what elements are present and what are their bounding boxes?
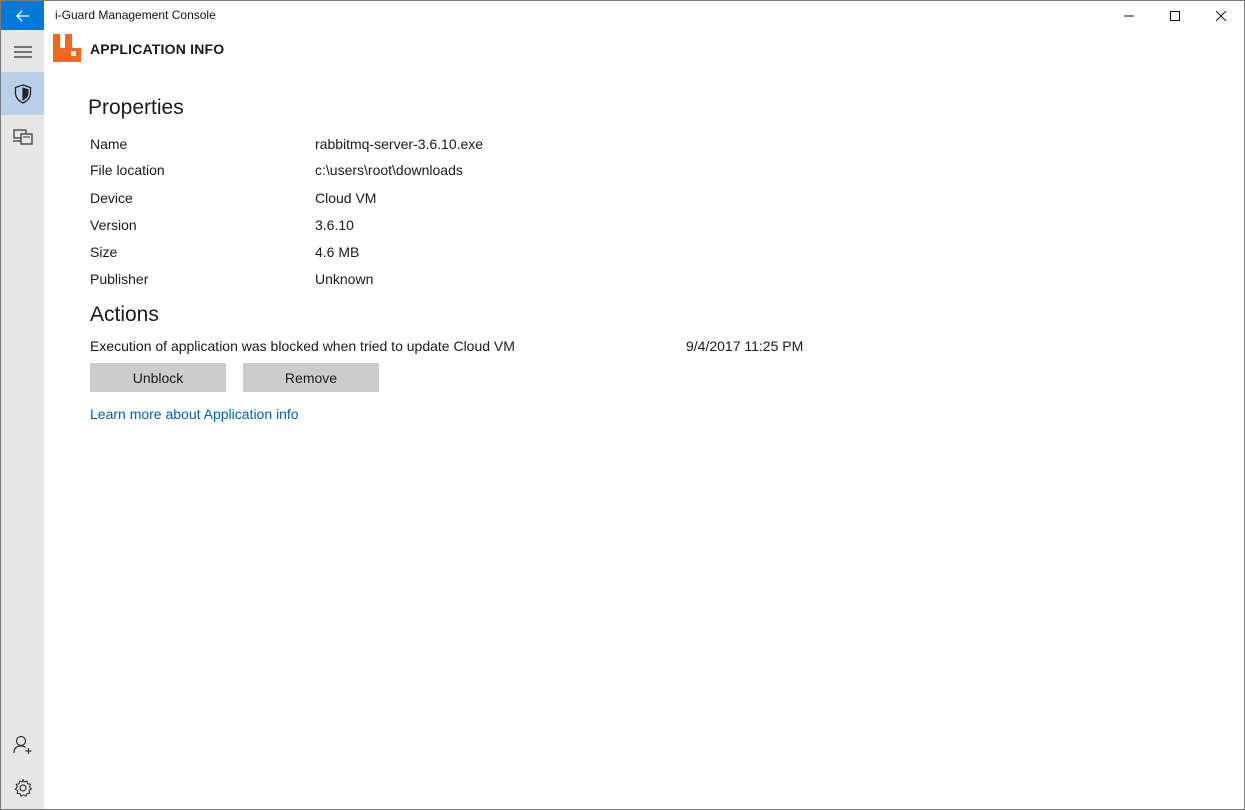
prop-value-name: rabbitmq-server-3.6.10.exe: [315, 136, 484, 152]
prop-value-version: 3.6.10: [315, 217, 354, 233]
unblock-button[interactable]: Unblock: [90, 363, 226, 392]
title-bar: i-Guard Management Console: [44, 1, 1244, 30]
minimize-icon: [1124, 15, 1134, 16]
nav-rail: [1, 1, 44, 809]
hamburger-menu-icon: [13, 45, 32, 58]
close-button[interactable]: [1198, 1, 1244, 30]
prop-label-size: Size: [90, 244, 118, 260]
remove-button[interactable]: Remove: [243, 363, 379, 392]
hamburger-menu-button[interactable]: [1, 30, 44, 73]
settings-button[interactable]: [1, 766, 44, 809]
learn-more-link[interactable]: Learn more about Application info: [90, 406, 299, 422]
action-event-text: Execution of application was blocked whe…: [90, 338, 515, 354]
back-arrow-icon: [15, 10, 29, 21]
add-user-button[interactable]: [1, 723, 44, 766]
add-user-icon: [12, 735, 31, 754]
prop-value-size: 4.6 MB: [315, 244, 360, 260]
page-title: APPLICATION INFO: [90, 41, 225, 57]
maximize-button[interactable]: [1152, 1, 1198, 30]
gear-icon: [14, 778, 32, 797]
prop-value-file-location: c:\users\root\downloads: [315, 162, 463, 178]
rabbitmq-logo-icon: [53, 34, 81, 62]
prop-label-file-location: File location: [90, 162, 165, 178]
prop-label-publisher: Publisher: [90, 271, 149, 287]
action-event-time: 9/4/2017 11:25 PM: [686, 338, 804, 354]
close-icon: [1216, 10, 1226, 21]
prop-value-publisher: Unknown: [315, 271, 374, 287]
prop-label-version: Version: [90, 217, 137, 233]
prop-label-device: Device: [90, 190, 133, 206]
app-window: i-Guard Management Console APPLICATION I…: [0, 0, 1245, 810]
devices-icon: [12, 128, 33, 145]
back-button[interactable]: [1, 1, 44, 30]
nav-item-devices[interactable]: [1, 115, 44, 158]
prop-value-device: Cloud VM: [315, 190, 377, 206]
actions-heading: Actions: [90, 303, 159, 326]
properties-heading: Properties: [88, 96, 184, 119]
nav-item-security[interactable]: [1, 72, 44, 115]
maximize-icon: [1170, 10, 1180, 21]
shield-icon: [14, 83, 31, 104]
minimize-button[interactable]: [1106, 1, 1152, 30]
prop-label-name: Name: [90, 136, 128, 152]
window-title: i-Guard Management Console: [55, 8, 216, 22]
